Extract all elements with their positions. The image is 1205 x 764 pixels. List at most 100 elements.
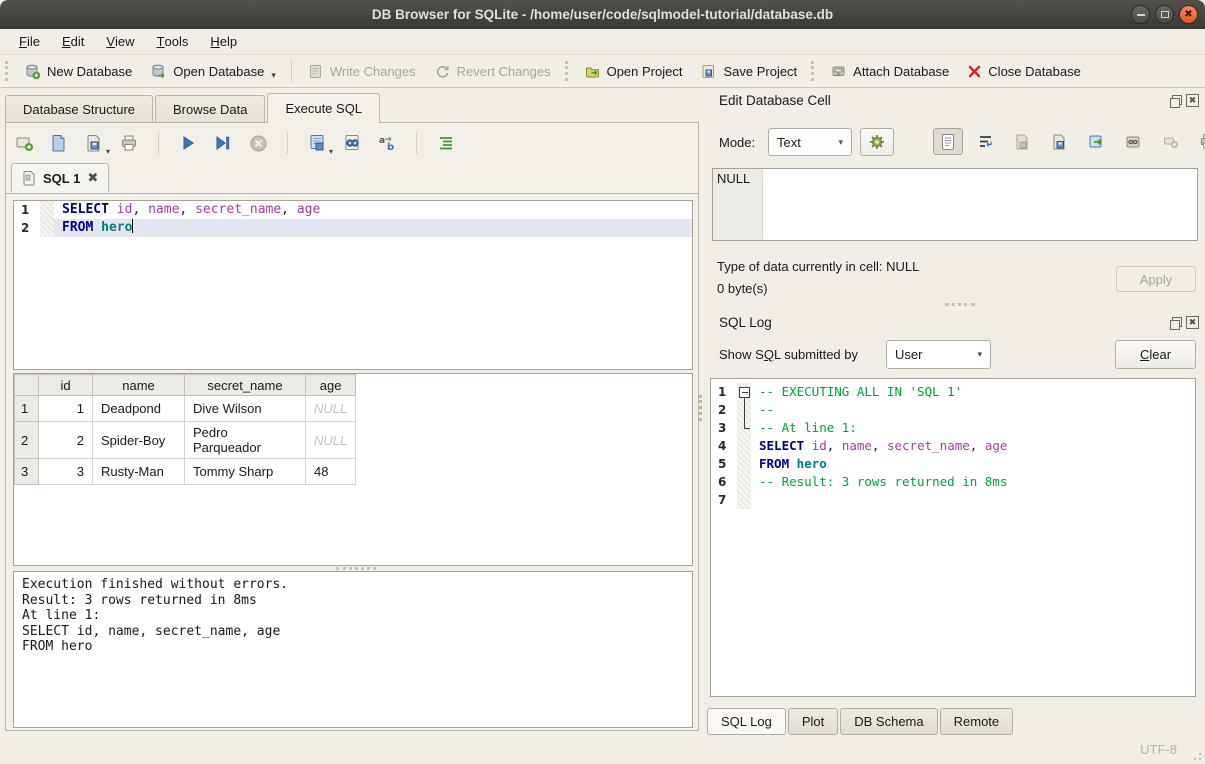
fold-margin	[40, 219, 54, 237]
cell-id[interactable]: 3	[39, 459, 93, 485]
table-row[interactable]: 1 1 Deadpond Dive Wilson NULL	[15, 396, 356, 422]
column-header-age[interactable]: age	[306, 375, 356, 396]
row-header[interactable]: 3	[15, 459, 39, 485]
menu-tools[interactable]: Tools	[146, 29, 200, 54]
toolbar-drag-handle[interactable]	[565, 61, 569, 81]
replace-text-button[interactable]: a b	[375, 131, 399, 155]
cell-secret-name[interactable]: Dive Wilson	[185, 396, 306, 422]
save-project-button[interactable]: Save Project	[691, 58, 806, 85]
tab-database-structure[interactable]: Database Structure	[5, 95, 153, 123]
open-database-button[interactable]: Open Database ▾	[141, 58, 285, 85]
replace-text-icon: a b	[377, 133, 397, 153]
link-icon	[1124, 133, 1142, 151]
dock-tab-db-schema[interactable]: DB Schema	[840, 708, 937, 735]
row-header[interactable]: 2	[15, 422, 39, 459]
apply-mode-button[interactable]	[860, 128, 894, 156]
sql-editor[interactable]: 1 SELECT id, name, secret_name, age 2 FR…	[13, 200, 693, 370]
new-sql-tab-button[interactable]	[12, 131, 36, 155]
cell-age[interactable]: NULL	[306, 422, 356, 459]
text-document-icon	[940, 133, 956, 151]
toolbar-drag-handle[interactable]	[811, 61, 815, 81]
float-panel-icon[interactable]	[1169, 94, 1182, 107]
menu-edit[interactable]: Edit	[51, 29, 95, 54]
cell-secret-name[interactable]: Pedro Parqueador	[185, 422, 306, 459]
column-header-id[interactable]: id	[39, 375, 93, 396]
float-panel-icon[interactable]	[1169, 316, 1182, 329]
tab-execute-sql[interactable]: Execute SQL	[267, 93, 380, 123]
execute-all-button[interactable]	[176, 131, 200, 155]
open-database-icon	[150, 63, 167, 80]
cell-editor-content[interactable]	[763, 169, 1197, 240]
sql-1-tab[interactable]: SQL 1 ✖	[11, 163, 109, 193]
save-results-button[interactable]: ▾	[305, 131, 329, 155]
tab-browse-data[interactable]: Browse Data	[155, 95, 265, 123]
column-header-name[interactable]: name	[93, 375, 185, 396]
copy-link-button[interactable]	[1118, 128, 1148, 155]
word-wrap-button[interactable]	[970, 128, 1000, 155]
cell-age[interactable]: NULL	[306, 396, 356, 422]
left-panel: Database Structure Browse Data Execute S…	[0, 88, 705, 735]
clear-log-button[interactable]: Clear	[1115, 340, 1196, 369]
menu-view[interactable]: View	[95, 29, 145, 54]
sql-tab-close-icon[interactable]: ✖	[87, 171, 98, 186]
save-sql-dropdown-caret[interactable]: ▾	[106, 147, 110, 156]
fold-collapse-icon[interactable]	[737, 383, 751, 401]
minimize-button[interactable]	[1131, 5, 1150, 24]
close-panel-icon[interactable]: ✖	[1186, 94, 1199, 107]
print-sql-button[interactable]	[117, 131, 141, 155]
titlebar[interactable]: DB Browser for SQLite - /home/user/code/…	[0, 0, 1205, 29]
sql-log-filter-label: Show SQL submitted by	[719, 347, 858, 362]
encoding-indicator: UTF-8	[1140, 742, 1177, 757]
cell-value-editor[interactable]: NULL	[712, 168, 1198, 241]
sql-log-dock-controls: ✖	[1169, 316, 1199, 329]
table-row[interactable]: 2 2 Spider-Boy Pedro Parqueador NULL	[15, 422, 356, 459]
find-button[interactable]	[340, 131, 364, 155]
open-database-dropdown-caret[interactable]: ▾	[271, 70, 276, 81]
set-null-icon	[1162, 133, 1179, 150]
save-sql-file-button[interactable]: ▾	[82, 131, 106, 155]
open-in-external-button[interactable]	[1081, 128, 1111, 155]
toolbar-drag-handle[interactable]	[5, 61, 9, 81]
new-database-button[interactable]: New Database	[15, 58, 141, 85]
resize-grip[interactable]	[1192, 751, 1202, 761]
line-number: 3	[711, 419, 737, 437]
export-cell-button[interactable]	[1044, 128, 1074, 155]
vertical-splitter-handle[interactable]	[699, 395, 702, 421]
mode-select[interactable]: Text ▾	[768, 128, 852, 156]
row-header[interactable]: 1	[15, 396, 39, 422]
menu-file[interactable]: File	[8, 29, 51, 54]
text-view-button[interactable]	[933, 128, 963, 155]
column-header-secret-name[interactable]: secret_name	[185, 375, 306, 396]
cell-id[interactable]: 2	[39, 422, 93, 459]
toolbar-separator	[287, 132, 288, 154]
dock-tab-remote[interactable]: Remote	[940, 708, 1014, 735]
cell-name[interactable]: Deadpond	[93, 396, 185, 422]
print-cell-button[interactable]	[1192, 128, 1205, 155]
close-button[interactable]: ✖	[1179, 5, 1198, 24]
sql-log-view[interactable]: 1 -- EXECUTING ALL IN 'SQL 1' 2 -- 3 -- …	[710, 378, 1196, 697]
cell-secret-name[interactable]: Tommy Sharp	[185, 459, 306, 485]
cell-id[interactable]: 1	[39, 396, 93, 422]
attach-database-button[interactable]: Attach Database	[821, 58, 958, 85]
table-row[interactable]: 3 3 Rusty-Man Tommy Sharp 48	[15, 459, 356, 485]
save-results-dropdown-caret[interactable]: ▾	[329, 147, 333, 156]
horizontal-splitter-handle[interactable]	[336, 567, 376, 570]
horizontal-splitter-handle[interactable]	[945, 303, 975, 306]
cell-name[interactable]: Rusty-Man	[93, 459, 185, 485]
close-database-button[interactable]: Close Database	[958, 58, 1090, 85]
open-project-button[interactable]: Open Project	[575, 58, 692, 85]
maximize-button[interactable]	[1155, 5, 1174, 24]
menu-help[interactable]: Help	[199, 29, 248, 54]
execute-line-button[interactable]	[211, 131, 235, 155]
open-sql-file-button[interactable]	[47, 131, 71, 155]
close-panel-icon[interactable]: ✖	[1186, 316, 1199, 329]
execute-sql-panel: ▾	[5, 122, 699, 731]
dock-tab-plot[interactable]: Plot	[788, 708, 838, 735]
format-sql-button[interactable]	[434, 131, 458, 155]
print-icon	[1198, 132, 1205, 151]
cell-age[interactable]: 48	[306, 459, 356, 485]
dock-tab-sql-log[interactable]: SQL Log	[707, 708, 786, 735]
right-panel: Edit Database Cell ✖ Mode: Text ▾	[705, 88, 1205, 735]
sql-log-filter-select[interactable]: User ▾	[886, 340, 991, 369]
cell-name[interactable]: Spider-Boy	[93, 422, 185, 459]
